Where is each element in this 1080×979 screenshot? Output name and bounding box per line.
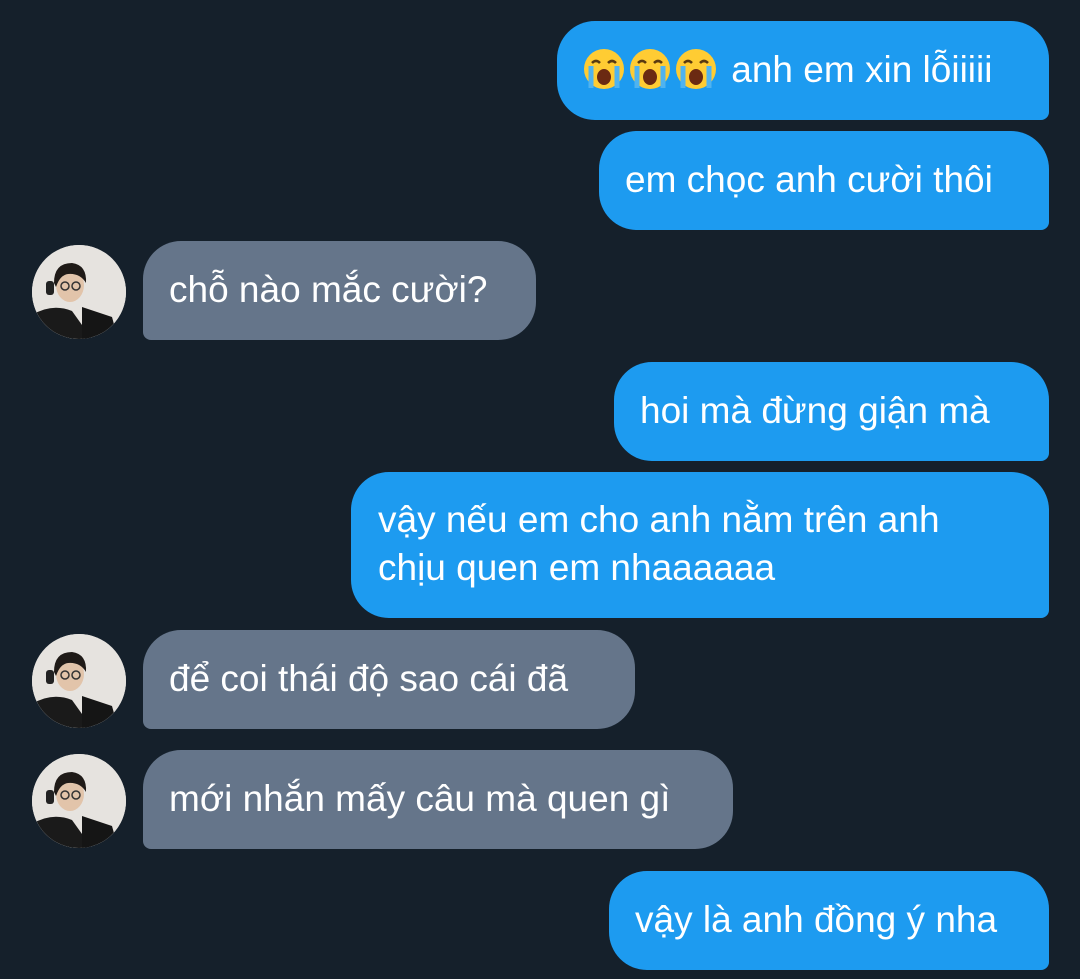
loudly-crying-face-icon: [675, 48, 717, 90]
message-bubble-incoming[interactable]: mới nhắn mấy câu mà quen gì: [143, 750, 733, 849]
message-text: mới nhắn mấy câu mà quen gì: [169, 778, 671, 819]
message-text: anh em xin lỗiiiii: [731, 49, 993, 90]
avatar[interactable]: [32, 245, 126, 339]
message-text-line: vậy nếu em cho anh nằm trên anh: [378, 499, 940, 540]
message-bubble-outgoing[interactable]: vậy nếu em cho anh nằm trên anh chịu que…: [351, 472, 1049, 618]
message-bubble-outgoing[interactable]: vậy là anh đồng ý nha: [609, 871, 1049, 970]
message-text: em chọc anh cười thôi: [625, 159, 993, 200]
message-bubble-incoming[interactable]: để coi thái độ sao cái đã: [143, 630, 635, 729]
message-text: chỗ nào mắc cười?: [169, 269, 488, 310]
message-bubble-outgoing[interactable]: hoi mà đừng giận mà: [614, 362, 1049, 461]
message-bubble-incoming[interactable]: chỗ nào mắc cười?: [143, 241, 536, 340]
message-text: hoi mà đừng giận mà: [640, 390, 990, 431]
loudly-crying-face-icon: [629, 48, 671, 90]
loudly-crying-face-icon: [583, 48, 625, 90]
message-text: vậy là anh đồng ý nha: [635, 899, 998, 940]
message-text: để coi thái độ sao cái đã: [169, 658, 569, 699]
message-bubble-outgoing[interactable]: em chọc anh cười thôi: [599, 131, 1049, 230]
avatar[interactable]: [32, 634, 126, 728]
avatar[interactable]: [32, 754, 126, 848]
message-bubble-outgoing[interactable]: anh em xin lỗiiiii: [557, 21, 1049, 120]
message-text-line: chịu quen em nhaaaaaa: [378, 547, 776, 588]
